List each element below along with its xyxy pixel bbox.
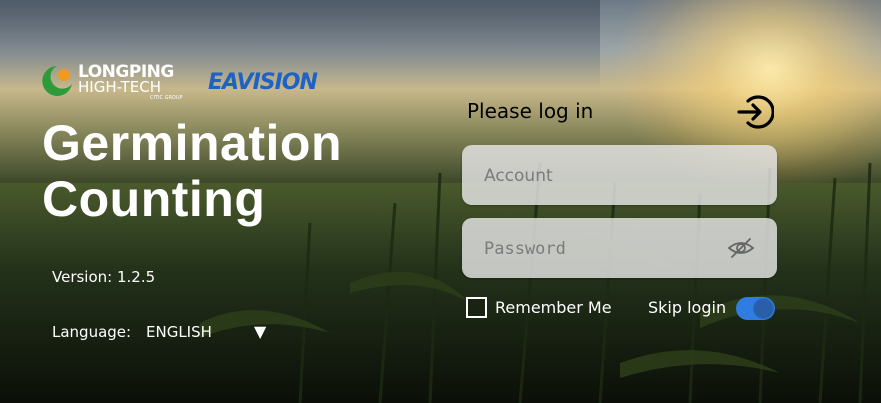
- password-field[interactable]: [462, 218, 777, 278]
- account-input[interactable]: [482, 163, 726, 189]
- eavision-logo: EAVISION: [208, 70, 318, 95]
- language-value[interactable]: ENGLISH: [146, 323, 212, 341]
- remember-label[interactable]: Remember Me: [495, 298, 612, 317]
- app-title: Germination Counting: [42, 115, 342, 227]
- remember-checkbox[interactable]: [466, 297, 487, 318]
- login-heading: Please log in: [467, 99, 594, 123]
- login-arrow-icon[interactable]: [734, 92, 774, 132]
- account-field[interactable]: [462, 145, 777, 205]
- skip-login-toggle[interactable]: [736, 297, 775, 320]
- dropdown-arrow-icon[interactable]: ▼: [254, 322, 266, 341]
- eye-slash-icon[interactable]: [727, 236, 755, 260]
- longping-group: CITIC GROUP: [150, 95, 183, 101]
- login-screen: LONGPING HIGH-TECH CITIC GROUP EAVISION …: [0, 0, 881, 403]
- language-label: Language:: [52, 323, 132, 341]
- toggle-knob: [754, 299, 773, 318]
- version-label: Version: 1.2.5: [52, 268, 156, 286]
- app-title-line2: Counting: [42, 171, 266, 227]
- language-selector[interactable]: Language: ENGLISH ▼: [52, 322, 266, 341]
- password-input[interactable]: [482, 236, 726, 262]
- skip-login-label: Skip login: [648, 298, 727, 317]
- app-title-line1: Germination: [42, 115, 342, 171]
- longping-subname: HIGH-TECH: [78, 78, 162, 96]
- longping-logo-icon: [42, 66, 72, 96]
